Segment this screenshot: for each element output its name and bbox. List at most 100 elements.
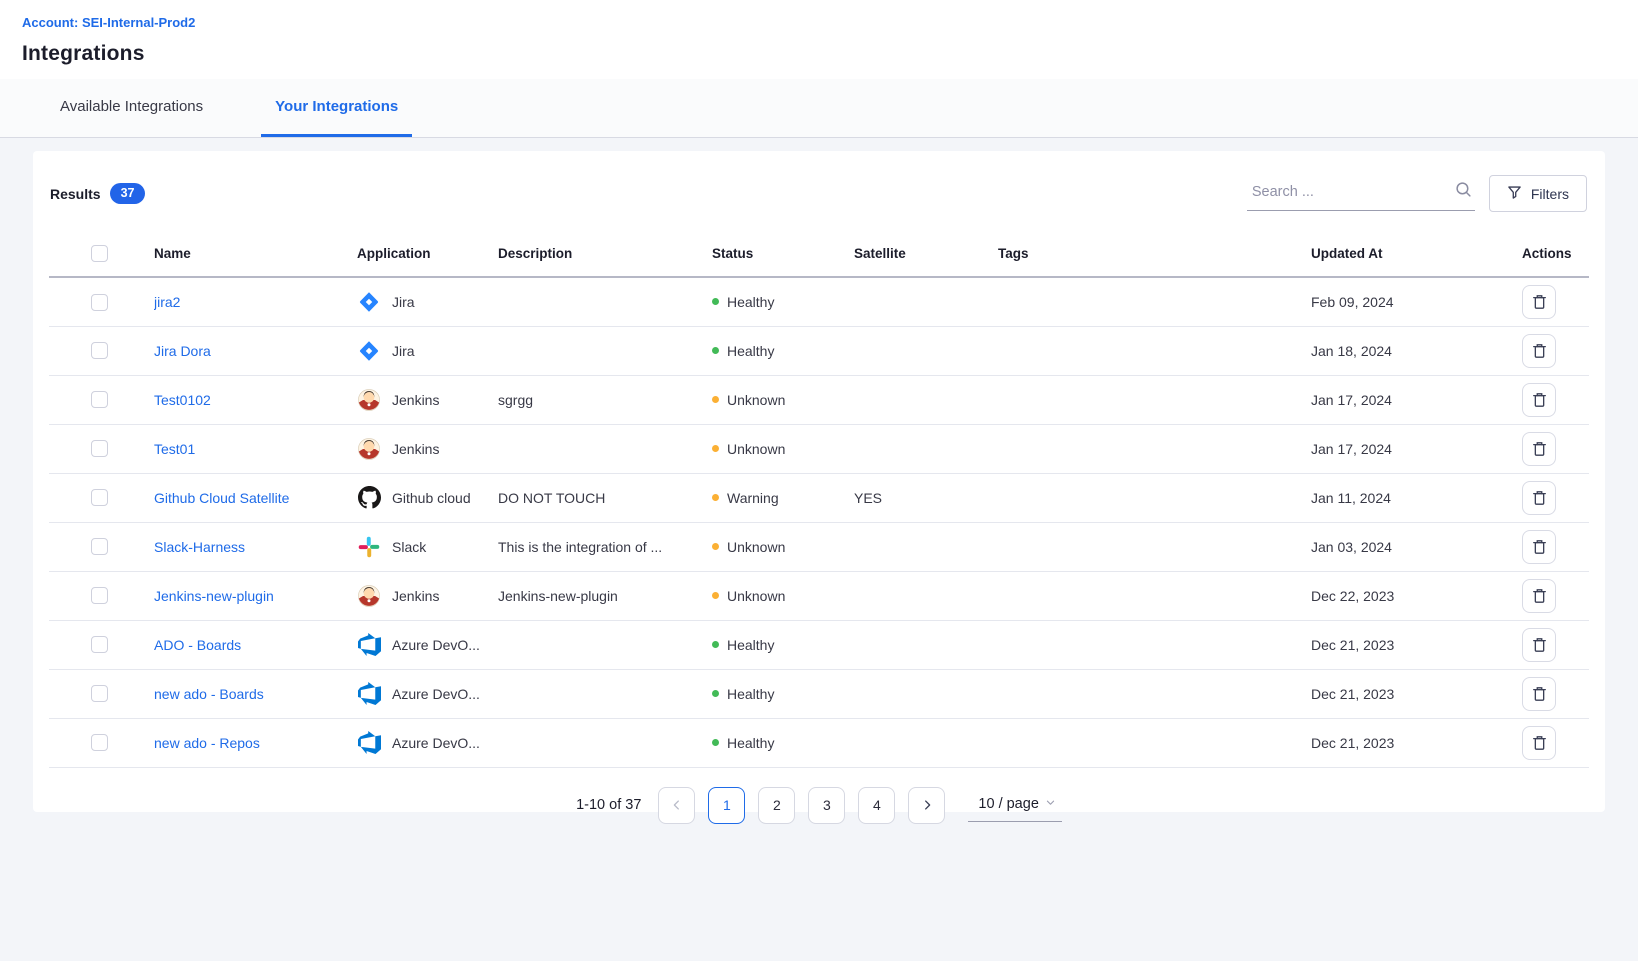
description-text: sgrgg	[498, 375, 712, 424]
row-checkbox[interactable]	[91, 294, 108, 311]
delete-button[interactable]	[1522, 432, 1556, 466]
description-text	[498, 669, 712, 718]
delete-button[interactable]	[1522, 285, 1556, 319]
delete-button[interactable]	[1522, 579, 1556, 613]
search-box[interactable]	[1247, 176, 1475, 211]
delete-button[interactable]	[1522, 677, 1556, 711]
application-name: Azure DevO...	[392, 735, 480, 751]
delete-button[interactable]	[1522, 383, 1556, 417]
page-button-3[interactable]: 3	[808, 787, 845, 824]
column-header-actions: Actions	[1522, 239, 1589, 277]
status-label: Healthy	[727, 686, 774, 702]
application-name: Slack	[392, 539, 426, 555]
integration-name-link[interactable]: new ado - Repos	[154, 735, 260, 751]
jira-icon	[357, 290, 381, 314]
account-breadcrumb-link[interactable]: Account: SEI-Internal-Prod2	[22, 15, 195, 30]
integration-name-link[interactable]: Slack-Harness	[154, 539, 245, 555]
row-checkbox[interactable]	[91, 391, 108, 408]
delete-button[interactable]	[1522, 628, 1556, 662]
github-icon	[357, 486, 381, 510]
application-name: Azure DevO...	[392, 686, 480, 702]
integration-name-link[interactable]: Github Cloud Satellite	[154, 490, 289, 506]
status-dot	[712, 445, 719, 452]
status-dot	[712, 641, 719, 648]
jenkins-icon	[357, 584, 381, 608]
updated-at-value: Jan 03, 2024	[1311, 522, 1522, 571]
filters-button[interactable]: Filters	[1489, 175, 1587, 212]
tab-your-integrations[interactable]: Your Integrations	[261, 79, 412, 137]
integration-name-link[interactable]: Test01	[154, 441, 195, 457]
status-label: Unknown	[727, 539, 785, 555]
tags-value	[998, 277, 1311, 326]
status-label: Unknown	[727, 441, 785, 457]
column-header-satellite: Satellite	[854, 239, 998, 277]
integration-name-link[interactable]: Test0102	[154, 392, 211, 408]
column-header-status: Status	[712, 239, 854, 277]
integration-name-link[interactable]: ADO - Boards	[154, 637, 241, 653]
pagination-range-label: 1-10 of 37	[576, 797, 641, 813]
satellite-value	[854, 326, 998, 375]
tab-available-integrations[interactable]: Available Integrations	[46, 79, 217, 137]
page-button-4[interactable]: 4	[858, 787, 895, 824]
toolbar: Results 37 Filters	[49, 175, 1589, 212]
application-name: Jenkins	[392, 441, 439, 457]
status-dot	[712, 690, 719, 697]
integration-name-link[interactable]: Jira Dora	[154, 343, 211, 359]
page-button-1[interactable]: 1	[708, 787, 745, 824]
page-button-2[interactable]: 2	[758, 787, 795, 824]
table-row: Jira Dora Jira Healthy Jan 18, 2024	[49, 326, 1589, 375]
satellite-value	[854, 620, 998, 669]
updated-at-value: Jan 18, 2024	[1311, 326, 1522, 375]
row-checkbox[interactable]	[91, 342, 108, 359]
delete-button[interactable]	[1522, 726, 1556, 760]
status-dot	[712, 739, 719, 746]
previous-page-button[interactable]	[658, 787, 695, 824]
table-row: Slack-Harness Slack This is the integrat…	[49, 522, 1589, 571]
row-checkbox[interactable]	[91, 489, 108, 506]
row-checkbox[interactable]	[91, 734, 108, 751]
row-checkbox[interactable]	[91, 538, 108, 555]
status-dot	[712, 592, 719, 599]
row-checkbox[interactable]	[91, 440, 108, 457]
updated-at-value: Dec 21, 2023	[1311, 718, 1522, 767]
integration-name-link[interactable]: jira2	[154, 294, 180, 310]
select-all-checkbox[interactable]	[91, 245, 108, 262]
status-label: Unknown	[727, 392, 785, 408]
tags-value	[998, 620, 1311, 669]
status-label: Healthy	[727, 343, 774, 359]
column-header-updated-at: Updated At	[1311, 239, 1522, 277]
table-header-row: NameApplicationDescriptionStatusSatellit…	[49, 239, 1589, 277]
next-page-button[interactable]	[908, 787, 945, 824]
page-size-select[interactable]: 10 / page	[968, 789, 1061, 822]
tags-value	[998, 424, 1311, 473]
description-text	[498, 277, 712, 326]
application-name: Jira	[392, 294, 415, 310]
tags-value	[998, 473, 1311, 522]
azure-devops-icon	[357, 682, 381, 706]
description-text	[498, 424, 712, 473]
status-label: Healthy	[727, 294, 774, 310]
delete-button[interactable]	[1522, 481, 1556, 515]
row-checkbox[interactable]	[91, 636, 108, 653]
table-row: Github Cloud Satellite Github cloud DO N…	[49, 473, 1589, 522]
satellite-value	[854, 375, 998, 424]
updated-at-value: Dec 22, 2023	[1311, 571, 1522, 620]
jira-icon	[357, 339, 381, 363]
satellite-value	[854, 669, 998, 718]
integrations-table: NameApplicationDescriptionStatusSatellit…	[49, 239, 1589, 768]
filter-funnel-icon	[1507, 185, 1522, 203]
table-row: Jenkins-new-plugin Jenkins Jenkins-new-p…	[49, 571, 1589, 620]
delete-button[interactable]	[1522, 334, 1556, 368]
row-checkbox[interactable]	[91, 685, 108, 702]
integration-name-link[interactable]: Jenkins-new-plugin	[154, 588, 274, 604]
row-checkbox[interactable]	[91, 587, 108, 604]
updated-at-value: Jan 17, 2024	[1311, 424, 1522, 473]
delete-button[interactable]	[1522, 530, 1556, 564]
table-row: new ado - Repos Azure DevO... Healthy De…	[49, 718, 1589, 767]
application-name: Jira	[392, 343, 415, 359]
status-dot	[712, 494, 719, 501]
status-dot	[712, 396, 719, 403]
integration-name-link[interactable]: new ado - Boards	[154, 686, 264, 702]
search-input[interactable]	[1250, 183, 1435, 201]
updated-at-value: Feb 09, 2024	[1311, 277, 1522, 326]
